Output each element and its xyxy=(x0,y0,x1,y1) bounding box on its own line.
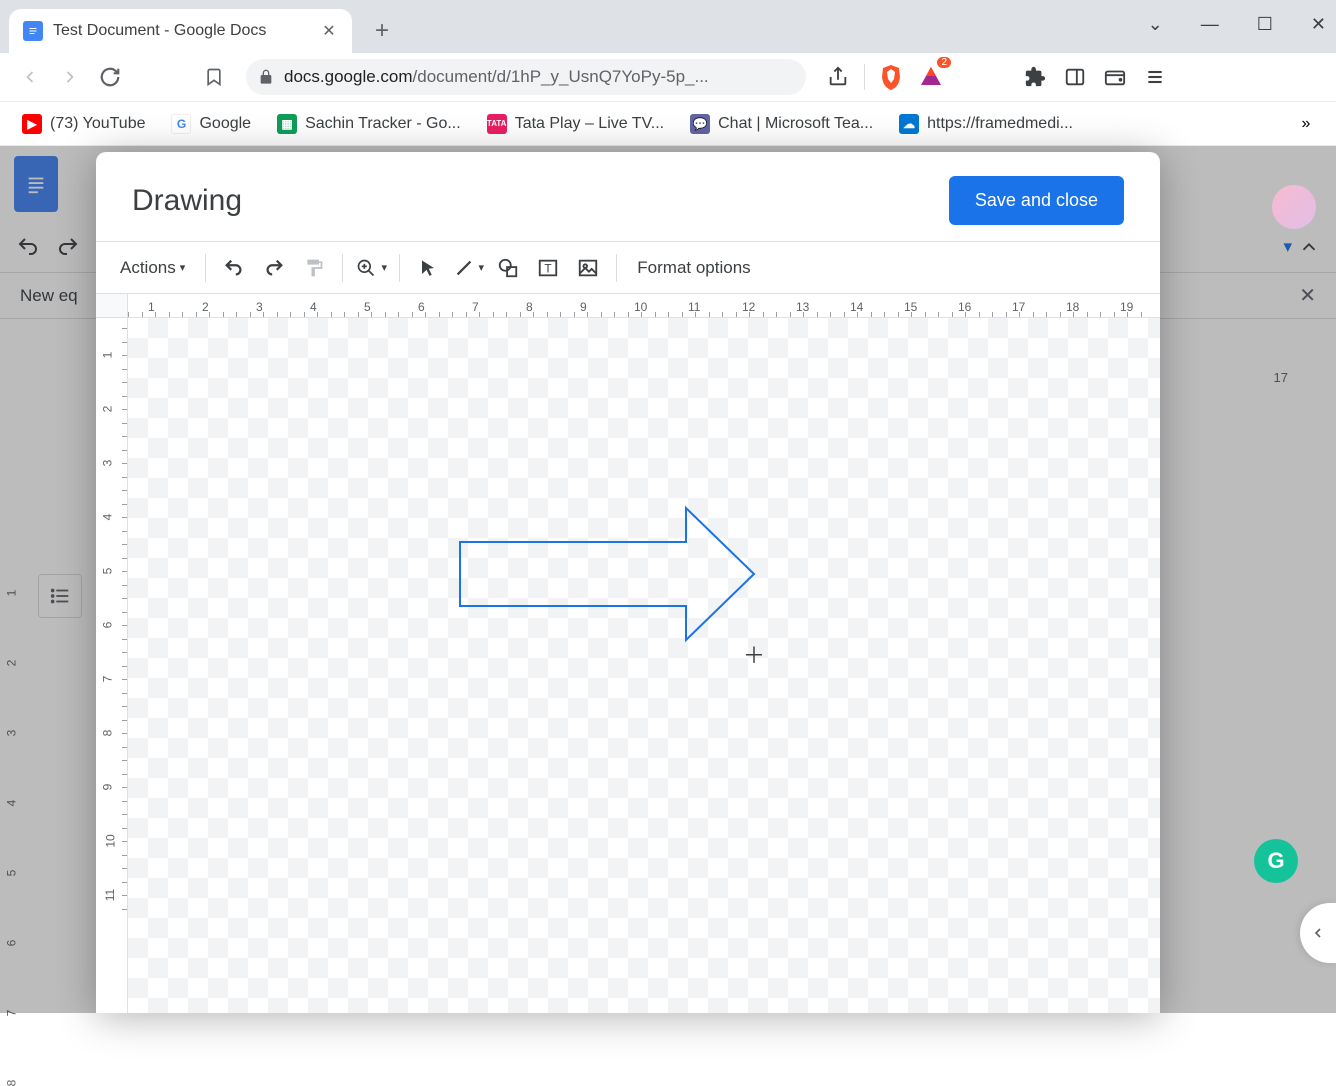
ruler-tick: 4 xyxy=(310,300,317,314)
vertical-ruler[interactable]: 1 2 3 4 5 6 7 8 9 10 11 xyxy=(96,318,128,1013)
bookmark-label: Sachin Tracker - Go... xyxy=(305,115,461,133)
bookmark-item[interactable]: ▶(73) YouTube xyxy=(12,108,155,140)
textbox-tool-icon[interactable]: T xyxy=(530,250,566,286)
docs-favicon xyxy=(23,21,43,41)
actions-menu[interactable]: Actions▾ xyxy=(110,252,195,284)
bookmark-icon[interactable] xyxy=(196,59,232,95)
extensions-icon[interactable] xyxy=(1017,59,1053,95)
dialog-title: Drawing xyxy=(132,184,242,218)
collapse-icon[interactable] xyxy=(1298,236,1320,258)
browser-toolbar: docs.google.com/document/d/1hP_y_UsnQ7Yo… xyxy=(0,53,1336,102)
format-options-button[interactable]: Format options xyxy=(627,252,760,284)
save-and-close-button[interactable]: Save and close xyxy=(949,176,1124,225)
bookmarks-overflow-icon[interactable]: » xyxy=(1288,106,1324,142)
tab-title: Test Document - Google Docs xyxy=(53,22,320,40)
ruler-tick: 2 xyxy=(202,300,209,314)
new-tab-button[interactable]: + xyxy=(364,13,400,49)
ruler-tick: 5 xyxy=(364,300,371,314)
minimize-icon[interactable]: — xyxy=(1201,14,1219,35)
ruler-tick: 4 xyxy=(100,514,114,521)
redo-icon[interactable] xyxy=(56,235,80,259)
format-options-label: Format options xyxy=(637,258,750,278)
ruler-tick: 1 xyxy=(148,300,155,314)
reload-button[interactable] xyxy=(92,59,128,95)
tab-close-icon[interactable]: ✕ xyxy=(320,22,338,40)
ruler-tick: 11 xyxy=(103,889,117,901)
bookmark-label: Chat | Microsoft Tea... xyxy=(718,115,873,133)
redo-icon[interactable] xyxy=(256,250,292,286)
bookmark-label: Tata Play – Live TV... xyxy=(515,115,664,133)
address-bar[interactable]: docs.google.com/document/d/1hP_y_UsnQ7Yo… xyxy=(246,59,806,95)
brave-rewards-icon[interactable]: 2 xyxy=(913,59,949,95)
ruler-tick: 1 xyxy=(100,352,114,359)
wallet-icon[interactable] xyxy=(1097,59,1133,95)
undo-icon[interactable] xyxy=(16,235,40,259)
undo-icon[interactable] xyxy=(216,250,252,286)
ruler-tick: 8 xyxy=(526,300,533,314)
ruler-tick: 7 xyxy=(100,676,114,683)
bookmark-item[interactable]: ▦Sachin Tracker - Go... xyxy=(267,108,471,140)
zoom-menu[interactable]: ▾ xyxy=(353,250,389,286)
ruler-tick: 9 xyxy=(100,784,114,791)
close-window-icon[interactable]: ✕ xyxy=(1311,14,1326,35)
close-equation-icon[interactable]: ✕ xyxy=(1299,283,1316,308)
ruler-tick: 6 xyxy=(100,622,114,629)
svg-text:T: T xyxy=(545,261,552,275)
ruler-tick: 2 xyxy=(100,406,114,413)
back-button[interactable] xyxy=(12,59,48,95)
window-controls: ⌄ — ☐ ✕ xyxy=(1148,14,1326,35)
line-tool-icon[interactable]: ▾ xyxy=(450,250,486,286)
bookmarks-bar: ▶(73) YouTube GGoogle ▦Sachin Tracker - … xyxy=(0,102,1336,146)
browser-tab[interactable]: Test Document - Google Docs ✕ xyxy=(9,9,352,53)
docs-logo-icon[interactable] xyxy=(14,156,58,212)
ruler-tick: 3 xyxy=(256,300,263,314)
drawing-dialog: Drawing Save and close Actions▾ ▾ ▾ T Fo… xyxy=(96,152,1160,1013)
docs-vertical-ruler: 1 2 3 4 5 6 7 8 xyxy=(0,526,30,1013)
ruler-tick: 9 xyxy=(580,300,587,314)
url-text: docs.google.com/document/d/1hP_y_UsnQ7Yo… xyxy=(284,67,709,87)
share-icon[interactable] xyxy=(820,59,856,95)
bookmark-label: Google xyxy=(199,115,251,133)
user-avatar[interactable] xyxy=(1272,185,1316,229)
bookmark-label: (73) YouTube xyxy=(50,115,145,133)
canvas-area: 12345678910111213141516171819 1234567891… xyxy=(96,294,1160,1013)
ruler-tick: 7 xyxy=(472,300,479,314)
maximize-icon[interactable]: ☐ xyxy=(1257,14,1273,35)
bookmark-label: https://framedmedi... xyxy=(927,115,1073,133)
menu-icon[interactable] xyxy=(1137,59,1173,95)
drawing-toolbar: Actions▾ ▾ ▾ T Format options xyxy=(96,242,1160,294)
drawing-canvas[interactable]: ＋ xyxy=(128,318,1160,1013)
right-arrow-shape[interactable] xyxy=(458,504,758,644)
horizontal-ruler[interactable]: 12345678910111213141516171819 xyxy=(128,294,1160,318)
ruler-tick: 6 xyxy=(418,300,425,314)
rewards-badge: 2 xyxy=(937,57,951,68)
ruler-tick: 3 xyxy=(100,460,114,467)
bookmark-item[interactable]: ☁https://framedmedi... xyxy=(889,108,1083,140)
bookmark-item[interactable]: TATATata Play – Live TV... xyxy=(477,108,674,140)
ruler-tick: 10 xyxy=(104,834,118,847)
brave-shields-icon[interactable] xyxy=(873,59,909,95)
chevron-down-icon[interactable]: ⌄ xyxy=(1148,14,1163,35)
forward-button[interactable] xyxy=(52,59,88,95)
equation-bar-label: New eq xyxy=(20,286,78,306)
bookmark-item[interactable]: GGoogle xyxy=(161,108,261,140)
docs-ruler-mark: 17 xyxy=(1274,370,1288,385)
shape-tool-icon[interactable] xyxy=(490,250,526,286)
sidepanel-icon[interactable] xyxy=(1057,59,1093,95)
ruler-corner xyxy=(96,294,128,318)
grammarly-icon[interactable]: G xyxy=(1254,839,1298,883)
image-tool-icon[interactable] xyxy=(570,250,606,286)
actions-label: Actions xyxy=(120,258,176,278)
crosshair-cursor-icon: ＋ xyxy=(743,638,765,670)
ruler-tick: 5 xyxy=(100,568,114,575)
ruler-tick: 8 xyxy=(100,730,114,737)
outline-icon[interactable] xyxy=(38,574,82,618)
select-tool-icon[interactable] xyxy=(410,250,446,286)
browser-tab-strip: Test Document - Google Docs ✕ + ⌄ — ☐ ✕ xyxy=(0,0,1336,53)
bookmark-item[interactable]: 💬Chat | Microsoft Tea... xyxy=(680,108,883,140)
paint-format-icon[interactable] xyxy=(296,250,332,286)
